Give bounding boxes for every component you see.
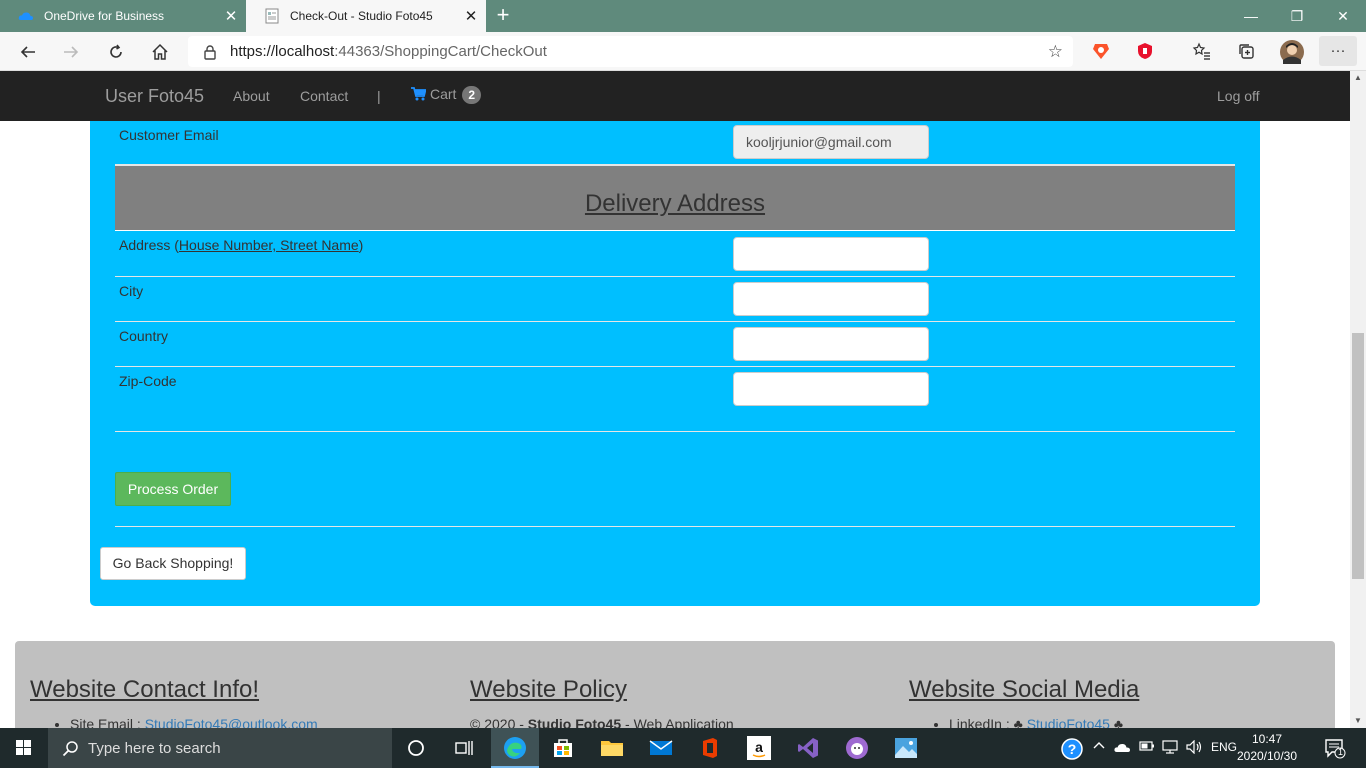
refresh-icon[interactable] <box>102 38 130 66</box>
footer-social-column: Website Social Media LinkedIn : ♣ Studio… <box>909 676 1139 732</box>
scroll-down-arrow-icon[interactable]: ▼ <box>1350 714 1366 728</box>
windows-start-icon[interactable] <box>0 728 48 768</box>
city-row: City <box>115 277 1235 322</box>
footer-policy-column: Website Policy © 2020 - Studio Foto45 - … <box>470 676 734 732</box>
page-scrollbar[interactable]: ▲ ▼ <box>1350 71 1366 728</box>
nav-separator: | <box>377 88 381 104</box>
notifications-icon[interactable]: 1 <box>1324 737 1346 762</box>
file-explorer-icon[interactable] <box>598 734 626 762</box>
clock-date: 2020/10/30 <box>1236 749 1298 763</box>
zip-row: Zip-Code <box>115 367 1235 432</box>
city-field[interactable] <box>733 282 929 316</box>
address-field[interactable] <box>733 237 929 271</box>
taskbar-clock[interactable]: 10:47 2020/10/30 <box>1232 731 1302 765</box>
scroll-thumb[interactable] <box>1352 333 1364 579</box>
onedrive-tray-icon[interactable] <box>1113 740 1131 757</box>
favorites-list-icon[interactable] <box>1191 41 1213 63</box>
office-icon[interactable] <box>696 734 724 762</box>
browser-tab-strip: OneDrive for Business ✕ Check-Out - Stud… <box>0 0 1366 32</box>
footer-social-heading: Website Social Media <box>909 676 1140 703</box>
scroll-up-arrow-icon[interactable]: ▲ <box>1350 71 1366 85</box>
favorite-star-icon[interactable]: ☆ <box>1048 42 1063 62</box>
search-icon <box>62 740 78 757</box>
tab-checkout[interactable]: Check-Out - Studio Foto45 ✕ <box>246 0 486 32</box>
tab-label: Check-Out - Studio Foto45 <box>290 9 433 23</box>
cart-count-badge: 2 <box>462 86 482 104</box>
email-field[interactable] <box>733 125 929 159</box>
close-window-button[interactable]: ✕ <box>1320 0 1366 32</box>
purple-app-icon[interactable] <box>843 734 871 762</box>
edge-browser-icon[interactable] <box>501 734 529 762</box>
url-text: https://localhost:44363/ShoppingCart/Che… <box>230 43 547 60</box>
minimize-button[interactable]: — <box>1228 0 1274 32</box>
divider <box>115 526 1235 527</box>
nav-cart-link[interactable]: Cart 2 <box>411 86 482 104</box>
brave-lion-extension-icon[interactable] <box>1090 41 1112 63</box>
browser-toolbar: https://localhost:44363/ShoppingCart/Che… <box>0 32 1366 71</box>
forward-arrow-icon[interactable] <box>57 38 85 66</box>
page-icon <box>264 8 280 24</box>
more-options-icon[interactable]: ··· <box>1319 36 1357 66</box>
amazon-icon[interactable]: a <box>745 734 773 762</box>
cortana-icon[interactable] <box>402 734 430 762</box>
notification-count: 1 <box>1338 747 1344 757</box>
new-tab-button[interactable]: + <box>490 2 516 28</box>
cart-label: Cart <box>430 86 457 102</box>
tab-label: OneDrive for Business <box>44 9 165 23</box>
photos-icon[interactable] <box>892 734 920 762</box>
search-placeholder: Type here to search <box>88 739 221 757</box>
home-icon[interactable] <box>146 38 174 66</box>
mail-icon[interactable] <box>647 734 675 762</box>
tab-onedrive[interactable]: OneDrive for Business ✕ <box>0 0 246 32</box>
process-order-button[interactable]: Process Order <box>115 472 231 506</box>
show-hidden-icons-chevron-icon[interactable] <box>1093 740 1105 755</box>
shield-extension-icon[interactable] <box>1134 41 1156 63</box>
delivery-address-heading: Delivery Address <box>584 190 766 217</box>
lock-icon[interactable] <box>202 44 218 60</box>
task-view-icon[interactable] <box>450 734 478 762</box>
network-icon[interactable] <box>1162 740 1180 757</box>
back-arrow-icon[interactable] <box>14 38 42 66</box>
email-label: Customer Email <box>119 127 219 143</box>
battery-icon[interactable] <box>1139 740 1155 755</box>
windows-taskbar: Type here to search a ? ENG 10:47 2020/1… <box>0 728 1366 768</box>
checkout-panel: Customer Email Delivery Address Address … <box>90 121 1260 606</box>
country-label: Country <box>119 328 169 344</box>
address-bar[interactable]: https://localhost:44363/ShoppingCart/Che… <box>188 36 1073 67</box>
help-icon[interactable]: ? <box>1060 737 1084 764</box>
site-footer: Website Contact Info! Site Email : Studi… <box>15 641 1335 741</box>
restore-button[interactable]: ❐ <box>1274 0 1320 32</box>
volume-icon[interactable] <box>1186 739 1204 757</box>
country-row: Country <box>115 322 1235 367</box>
footer-policy-heading: Website Policy <box>470 676 627 703</box>
svg-text:?: ? <box>1068 741 1077 757</box>
nav-logoff-link[interactable]: Log off <box>1217 88 1260 104</box>
go-back-shopping-button[interactable]: Go Back Shopping! <box>100 547 246 580</box>
site-brand-link[interactable]: User Foto45 <box>105 86 204 107</box>
city-label: City <box>119 283 144 299</box>
address-row: Address (House Number, Street Name) <box>115 231 1235 277</box>
taskbar-search-box[interactable]: Type here to search <box>48 728 392 768</box>
footer-contact-heading: Website Contact Info! <box>30 676 260 703</box>
address-label: Address (House Number, Street Name) <box>119 237 364 253</box>
tab-close-icon[interactable]: ✕ <box>456 7 486 25</box>
zip-label: Zip-Code <box>119 373 177 389</box>
country-field[interactable] <box>733 327 929 361</box>
site-navbar: User Foto45 About Contact | Cart 2 Log o… <box>0 71 1350 121</box>
footer-contact-column: Website Contact Info! Site Email : Studi… <box>30 676 318 732</box>
zip-field[interactable] <box>733 372 929 406</box>
svg-text:a: a <box>755 739 763 755</box>
shopping-cart-icon <box>411 87 427 104</box>
nav-contact-link[interactable]: Contact <box>300 88 348 104</box>
profile-avatar[interactable] <box>1280 40 1304 64</box>
clock-time: 10:47 <box>1251 732 1283 746</box>
visual-studio-icon[interactable] <box>794 734 822 762</box>
delivery-address-header: Delivery Address <box>115 165 1235 231</box>
collections-icon[interactable] <box>1235 41 1257 63</box>
tab-close-icon[interactable]: ✕ <box>216 7 246 25</box>
onedrive-cloud-icon <box>18 8 34 24</box>
store-icon[interactable] <box>549 734 577 762</box>
email-row: Customer Email <box>115 121 1235 165</box>
nav-about-link[interactable]: About <box>233 88 270 104</box>
